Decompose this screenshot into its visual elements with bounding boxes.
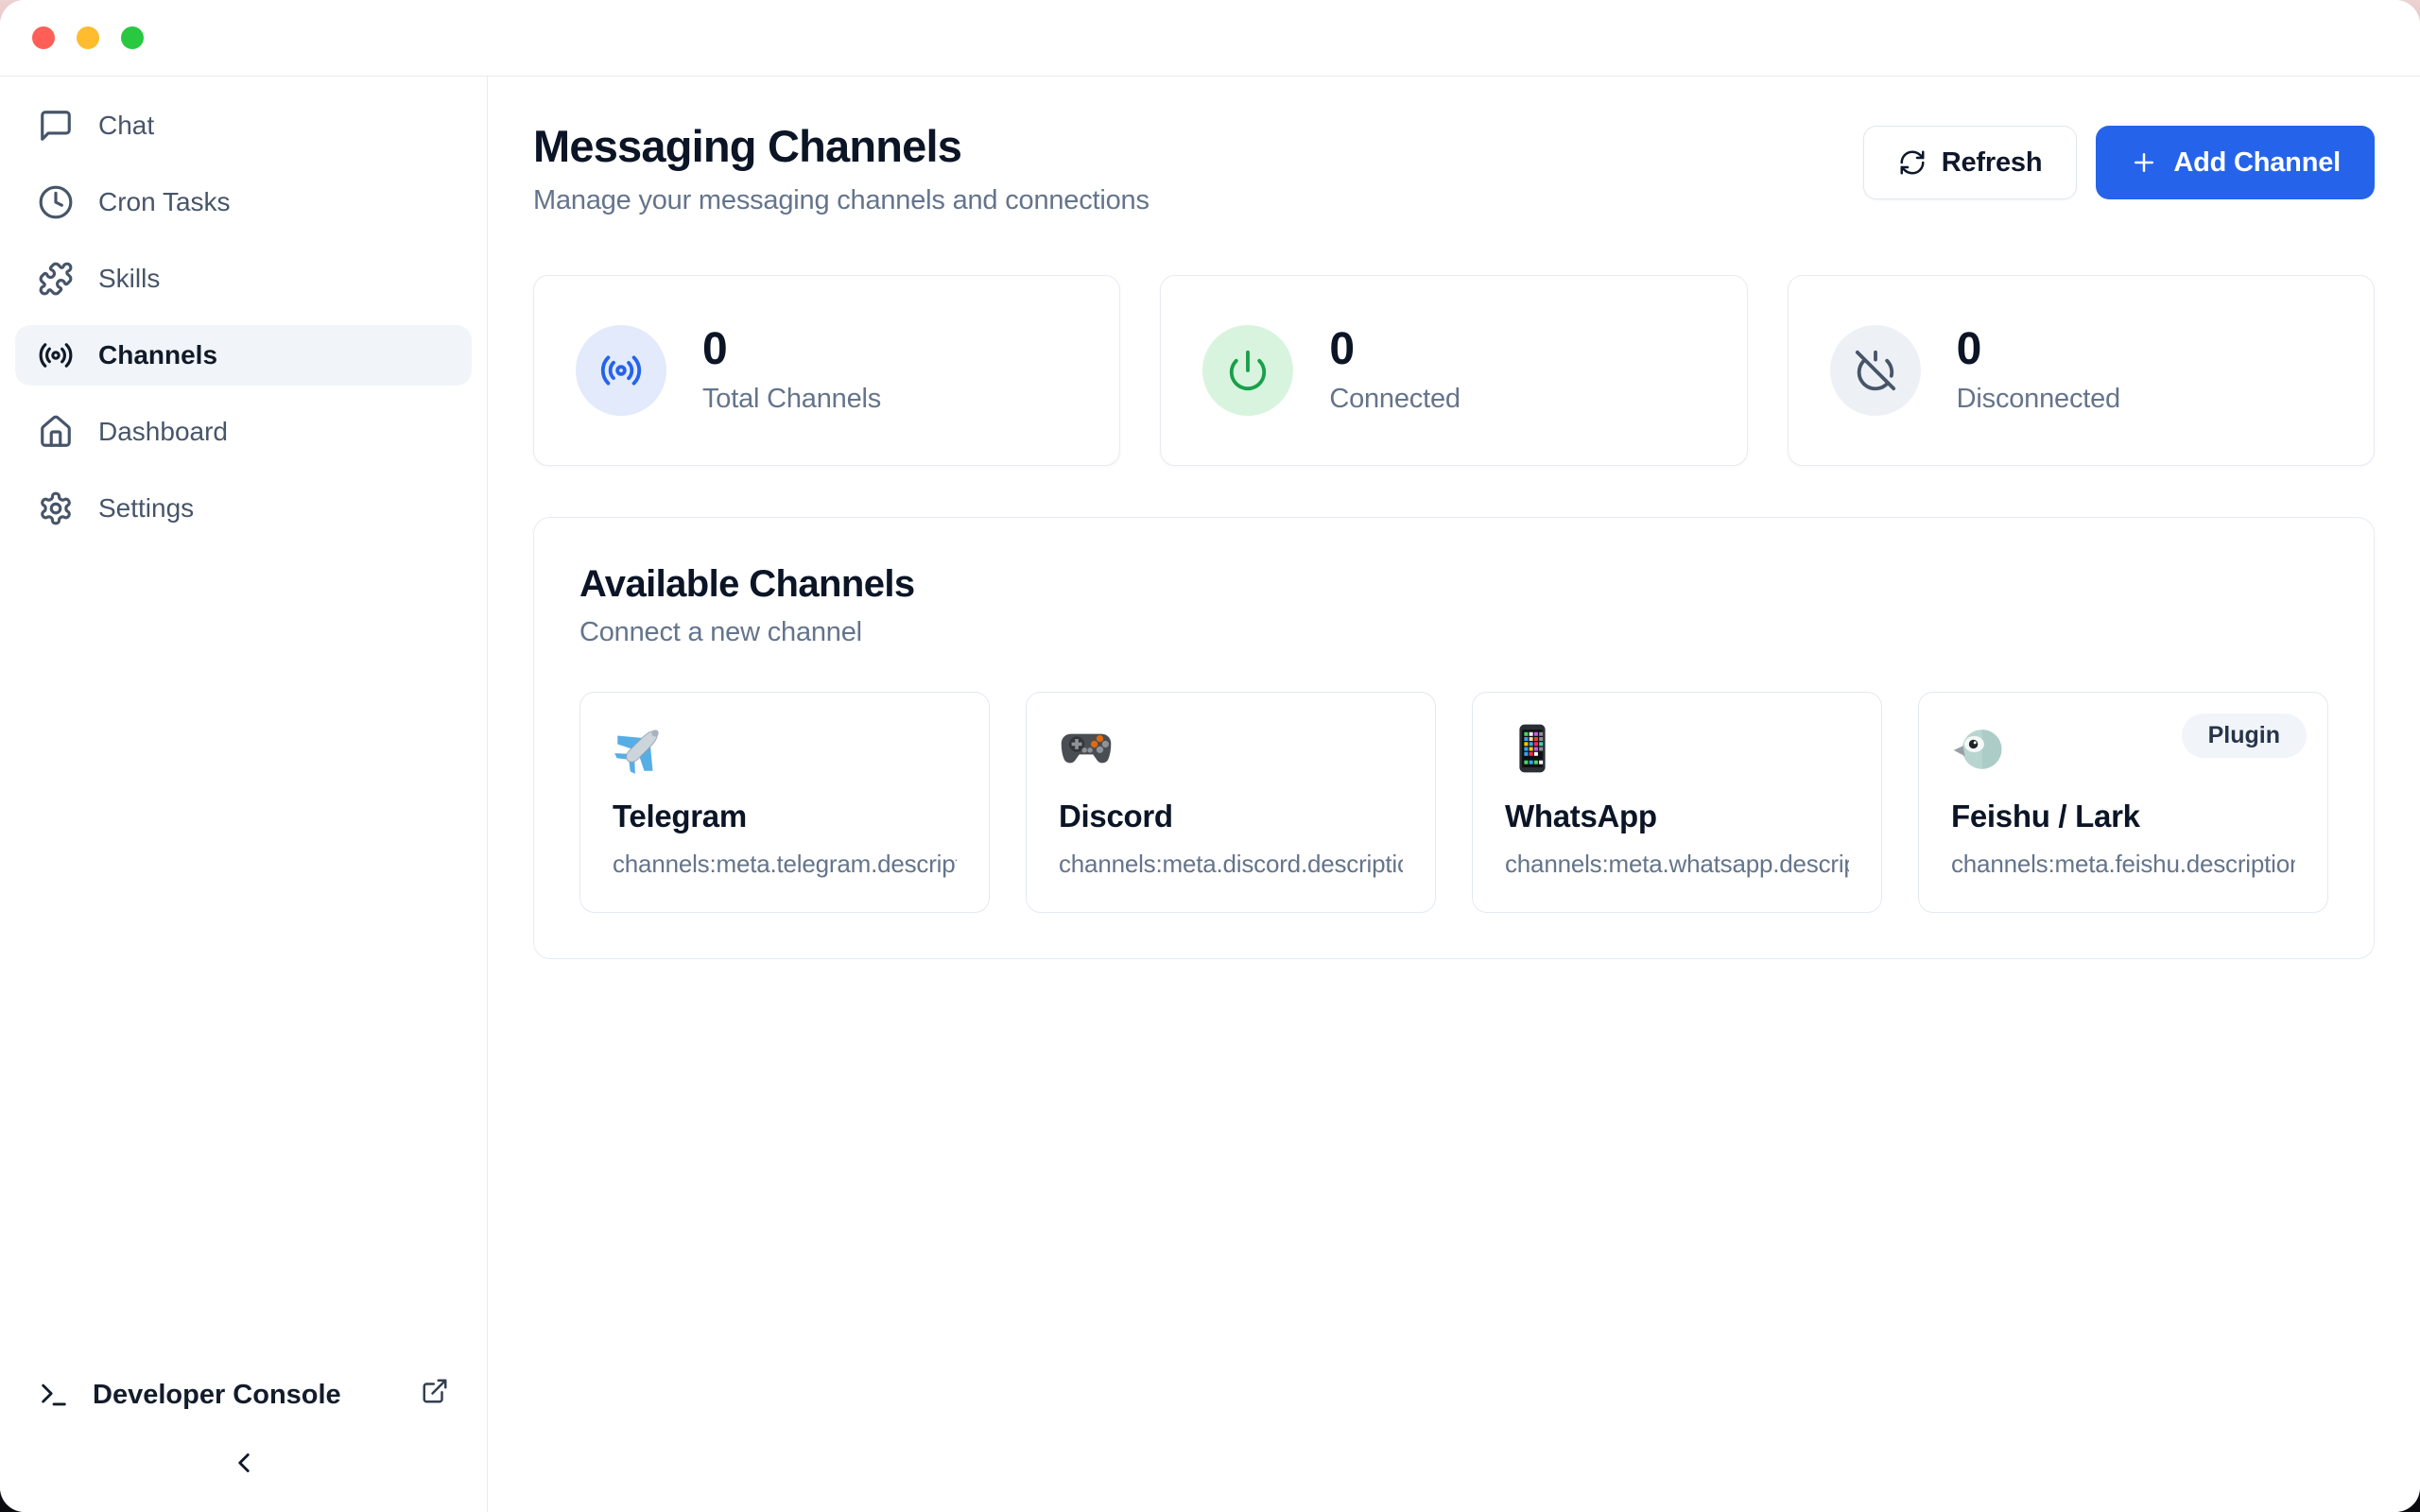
- stat-card-disconnected: 0 Disconnected: [1788, 275, 2375, 466]
- page-header-text: Messaging Channels Manage your messaging…: [533, 120, 1150, 216]
- stats-row: 0 Total Channels 0 Connected: [533, 275, 2375, 466]
- zoom-window-button[interactable]: [121, 26, 144, 49]
- minimize-window-button[interactable]: [77, 26, 99, 49]
- available-channels-panel: Available Channels Connect a new channel: [533, 517, 2375, 959]
- channel-name: Feishu / Lark: [1951, 799, 2295, 834]
- sidebar-item-cron-tasks[interactable]: Cron Tasks: [15, 172, 472, 232]
- puzzle-icon: [38, 261, 74, 297]
- channel-name: Telegram: [613, 799, 957, 834]
- airplane-emoji: [613, 721, 667, 776]
- available-channels-subtitle: Connect a new channel: [579, 617, 2328, 648]
- chat-bubble-icon: [38, 108, 74, 144]
- channel-card-whatsapp[interactable]: WhatsApp channels:meta.whatsapp.descrip: [1472, 692, 1882, 913]
- refresh-button-label: Refresh: [1942, 147, 2043, 179]
- game-controller-emoji: [1059, 721, 1114, 776]
- stat-value: 0: [702, 326, 881, 373]
- channel-name: Discord: [1059, 799, 1403, 834]
- channel-description: channels:meta.telegram.descript: [613, 850, 957, 879]
- power-off-icon: [1854, 349, 1897, 392]
- sidebar-footer: Developer Console: [15, 1377, 472, 1487]
- page-header: Messaging Channels Manage your messaging…: [533, 120, 2375, 216]
- close-window-button[interactable]: [32, 26, 55, 49]
- refresh-icon: [1898, 148, 1927, 177]
- sidebar-item-label: Skills: [98, 264, 160, 294]
- sidebar-nav: Chat Cron Tasks Skills Channels Dashboar: [15, 95, 472, 539]
- sidebar-item-chat[interactable]: Chat: [15, 95, 472, 156]
- bird-emoji: [1951, 721, 2006, 776]
- sidebar-item-label: Dashboard: [98, 417, 228, 447]
- mobile-phone-emoji: [1505, 721, 1560, 776]
- page-subtitle: Manage your messaging channels and conne…: [533, 185, 1150, 216]
- sidebar-item-skills[interactable]: Skills: [15, 249, 472, 309]
- app-body: Chat Cron Tasks Skills Channels Dashboar: [0, 77, 2420, 1512]
- stat-card-connected: 0 Connected: [1160, 275, 1747, 466]
- sidebar-item-label: Settings: [98, 493, 194, 524]
- channels-grid: Telegram channels:meta.telegram.descript: [579, 692, 2328, 913]
- sidebar-item-dashboard[interactable]: Dashboard: [15, 402, 472, 462]
- stat-badge-disconnected: [1830, 325, 1921, 416]
- sidebar-collapse-button[interactable]: [222, 1441, 266, 1487]
- developer-console-label: Developer Console: [93, 1380, 341, 1411]
- sidebar-item-settings[interactable]: Settings: [15, 478, 472, 539]
- external-link-icon: [421, 1377, 449, 1405]
- developer-console-link[interactable]: Developer Console: [15, 1377, 472, 1413]
- main-content: Messaging Channels Manage your messaging…: [488, 77, 2420, 1512]
- channel-name: WhatsApp: [1505, 799, 1849, 834]
- radio-icon: [599, 349, 643, 392]
- channel-description: channels:meta.discord.descriptic: [1059, 850, 1403, 879]
- window-titlebar: [0, 0, 2420, 77]
- stat-value: 0: [1957, 326, 2120, 373]
- channel-card-telegram[interactable]: Telegram channels:meta.telegram.descript: [579, 692, 990, 913]
- channel-description: channels:meta.whatsapp.descrip: [1505, 850, 1849, 879]
- refresh-button[interactable]: Refresh: [1863, 126, 2078, 199]
- external-link-icon-wrap: [421, 1377, 449, 1413]
- stat-badge-total: [576, 325, 666, 416]
- plugin-badge: Plugin: [2182, 713, 2307, 758]
- add-channel-button[interactable]: Add Channel: [2096, 126, 2375, 199]
- channel-card-discord[interactable]: Discord channels:meta.discord.descriptic: [1026, 692, 1436, 913]
- gear-icon: [38, 490, 74, 526]
- stat-text: 0 Disconnected: [1957, 326, 2120, 414]
- radio-icon: [38, 337, 74, 373]
- terminal-icon: [38, 1379, 70, 1411]
- sidebar: Chat Cron Tasks Skills Channels Dashboar: [0, 77, 488, 1512]
- header-actions: Refresh Add Channel: [1863, 126, 2375, 199]
- page-title: Messaging Channels: [533, 120, 1150, 172]
- clock-icon: [38, 184, 74, 220]
- power-icon: [1226, 349, 1270, 392]
- stat-label: Total Channels: [702, 384, 881, 415]
- stat-text: 0 Connected: [1329, 326, 1460, 414]
- sidebar-item-channels[interactable]: Channels: [15, 325, 472, 386]
- plus-icon: [2130, 148, 2158, 177]
- stat-label: Connected: [1329, 384, 1460, 415]
- stat-text: 0 Total Channels: [702, 326, 881, 414]
- app-window: Chat Cron Tasks Skills Channels Dashboar: [0, 0, 2420, 1512]
- stat-value: 0: [1329, 326, 1460, 373]
- sidebar-item-label: Channels: [98, 340, 217, 370]
- sidebar-item-label: Cron Tasks: [98, 187, 231, 217]
- stat-badge-connected: [1202, 325, 1293, 416]
- stat-card-total-channels: 0 Total Channels: [533, 275, 1120, 466]
- home-icon: [38, 414, 74, 450]
- channel-description: channels:meta.feishu.description: [1951, 850, 2295, 879]
- add-channel-button-label: Add Channel: [2173, 147, 2341, 179]
- sidebar-item-label: Chat: [98, 111, 154, 141]
- channel-card-feishu-lark[interactable]: Plugin Feishu / Lark channels:meta.feish…: [1918, 692, 2328, 913]
- available-channels-title: Available Channels: [579, 563, 2328, 606]
- stat-label: Disconnected: [1957, 384, 2120, 415]
- chevron-left-icon: [228, 1447, 260, 1479]
